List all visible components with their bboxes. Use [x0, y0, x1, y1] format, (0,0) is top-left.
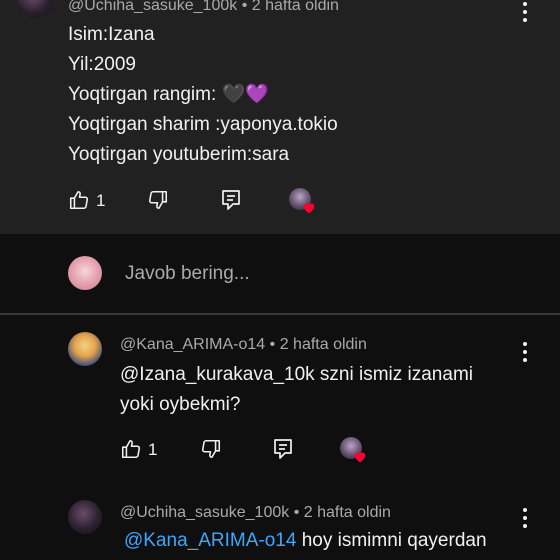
comment-line-text: Yoqtirgan rangim:: [68, 84, 217, 105]
more-vert-icon[interactable]: [522, 508, 528, 528]
creator-heart-icon: [289, 188, 315, 214]
reply-author[interactable]: @Uchiha_sasuke_100k: [120, 504, 289, 521]
reply-line: @Izana_kurakava_10k szni ismiz izanami: [120, 364, 473, 385]
user-avatar: [68, 256, 102, 290]
heart-badge-icon: [354, 452, 366, 463]
avatar[interactable]: [68, 332, 102, 366]
heart-badge-icon: [303, 203, 315, 214]
divider: [0, 313, 560, 315]
thumbs-down-icon[interactable]: [200, 438, 222, 460]
reply-line: yoki oybekmi?: [120, 394, 241, 415]
reply-line: @Kana_ARIMA-o14 hoy ismimni qayerdan: [124, 526, 487, 556]
reply-text: hoy ismimni qayerdan: [301, 530, 487, 551]
comment-line: Isim:Izana: [68, 24, 155, 45]
mention-link[interactable]: @Kana_ARIMA-o14: [124, 530, 296, 551]
creator-heart-icon: [340, 437, 366, 463]
reply-input[interactable]: Javob bering...: [125, 263, 250, 285]
comment-time: • 2 hafta oldin: [241, 0, 339, 14]
comment-line: Yoqtirgan youtuberim:sara: [68, 144, 290, 165]
thumbs-down-icon[interactable]: [147, 189, 169, 211]
comment-author[interactable]: @Uchiha_sasuke_100k: [68, 0, 237, 14]
like-count: 1: [148, 440, 158, 459]
reply-meta: @Uchiha_sasuke_100k • 2 hafta oldin: [120, 504, 391, 522]
comment-line: Yoqtirgan rangim: 🖤💜: [68, 80, 269, 110]
comment-meta: @Uchiha_sasuke_100k • 2 hafta oldin: [68, 0, 339, 15]
avatar[interactable]: [68, 500, 102, 534]
reply-icon[interactable]: [220, 188, 242, 212]
reply-time: • 2 hafta oldin: [293, 504, 391, 521]
thumbs-up-icon[interactable]: [68, 189, 90, 211]
reply-time: • 2 hafta oldin: [269, 336, 367, 353]
reply-meta: @Kana_ARIMA-o14 • 2 hafta oldin: [120, 336, 367, 354]
heart-emojis: 🖤💜: [221, 84, 269, 105]
reply-icon[interactable]: [272, 437, 294, 461]
comment-line: Yil:2009: [68, 54, 136, 75]
comment-line: Yoqtirgan sharim :yaponya.tokio: [68, 114, 338, 135]
reply-author[interactable]: @Kana_ARIMA-o14: [120, 336, 265, 353]
more-vert-icon[interactable]: [522, 342, 528, 362]
like-count: 1: [96, 191, 106, 210]
thumbs-up-icon[interactable]: [120, 438, 142, 460]
more-vert-icon[interactable]: [522, 2, 528, 22]
